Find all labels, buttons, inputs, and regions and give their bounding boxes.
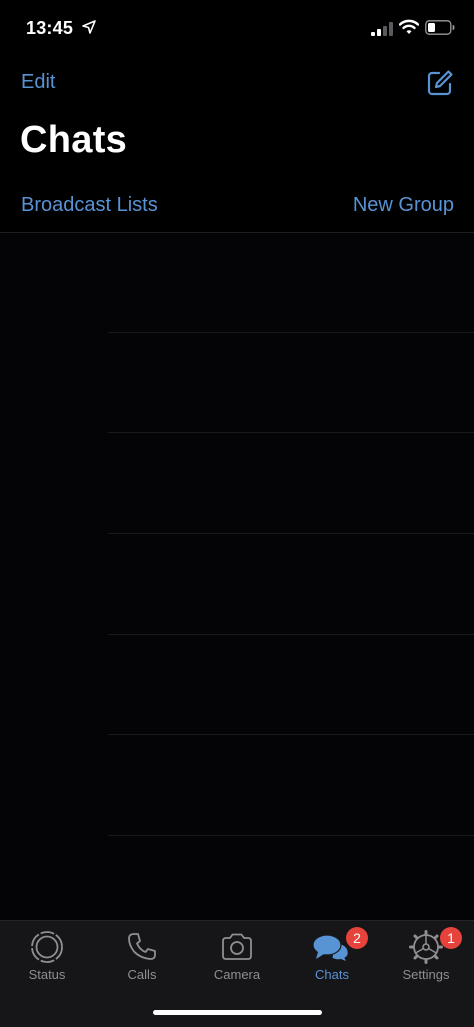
- tab-camera-label: Camera: [213, 967, 261, 982]
- row-divider: [108, 533, 474, 534]
- new-group-link[interactable]: New Group: [353, 194, 454, 217]
- tab-status-label: Status: [28, 967, 66, 982]
- gear-icon: [409, 930, 443, 964]
- chat-row[interactable]: [0, 233, 474, 333]
- row-divider: [108, 734, 474, 735]
- chat-row[interactable]: [0, 333, 474, 433]
- camera-icon: [222, 933, 252, 960]
- home-indicator[interactable]: [153, 1010, 322, 1015]
- chat-row[interactable]: [0, 635, 474, 735]
- status-time: 13:45: [26, 18, 74, 38]
- status-icon: [31, 931, 63, 963]
- tab-settings-label: Settings: [402, 967, 450, 982]
- chat-row[interactable]: [0, 434, 474, 534]
- chats-unread-badge: 2: [346, 927, 368, 949]
- tab-camera[interactable]: Camera: [190, 921, 284, 991]
- edit-button[interactable]: Edit: [21, 71, 55, 94]
- location-arrow-icon: [82, 20, 96, 34]
- tab-status[interactable]: Status: [0, 921, 94, 991]
- battery-icon: [425, 20, 455, 35]
- chat-row[interactable]: [0, 535, 474, 635]
- broadcast-lists-link[interactable]: Broadcast Lists: [21, 194, 158, 217]
- tab-calls-label: Calls: [127, 967, 157, 982]
- row-divider: [108, 432, 474, 433]
- settings-badge: 1: [440, 927, 462, 949]
- row-divider: [108, 835, 474, 836]
- phone-icon: [128, 933, 156, 960]
- tab-calls[interactable]: Calls: [95, 921, 189, 991]
- tab-settings[interactable]: 1 Settings: [379, 921, 473, 991]
- tab-chats[interactable]: 2 Chats: [285, 921, 379, 991]
- chat-list: [0, 233, 474, 920]
- tab-chats-label: Chats: [315, 967, 349, 982]
- page-title: Chats: [20, 119, 128, 161]
- wifi-icon: [399, 19, 419, 34]
- cellular-signal-icon: [371, 22, 393, 36]
- status-bar: 13:45: [0, 0, 474, 56]
- compose-icon[interactable]: [426, 69, 454, 97]
- chat-row[interactable]: [0, 736, 474, 836]
